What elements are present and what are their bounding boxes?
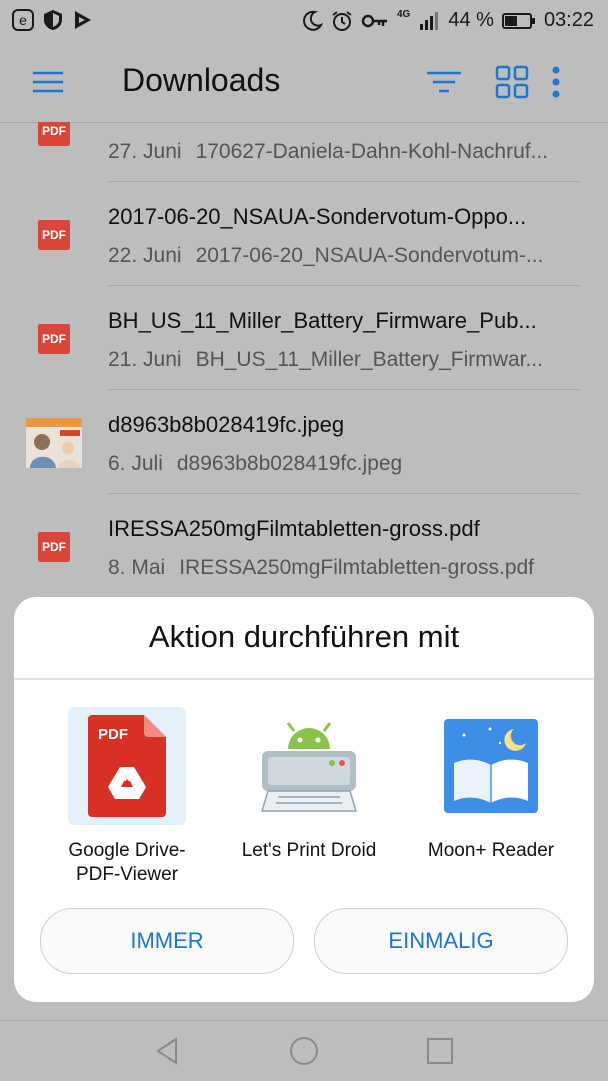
clock: 03:22 (543, 9, 594, 31)
grid-view-icon[interactable] (490, 60, 534, 104)
file-name: 2017-06-20_NSAUA-Sondervotum-Oppo... (108, 204, 527, 229)
file-list: PDF 27. Juni 170627-Daniela-Dahn-Kohl-Nac… (0, 122, 608, 602)
svg-text:PDF: PDF (98, 726, 128, 743)
app-option-lets-print-droid[interactable]: Let's Print Droid (214, 707, 394, 887)
navigation-bar (0, 1020, 608, 1081)
list-item[interactable]: PDF BH_US_11_Miller_Battery_Firmware_Pub… (0, 286, 608, 390)
pdf-icon: PDF (38, 324, 70, 354)
list-item[interactable]: d8963b8b028419fc.jpeg 6. Juli d8963b8b028… (0, 390, 608, 494)
file-date: 8. Mai (108, 556, 166, 579)
signal-icon (420, 11, 439, 30)
google-drive-pdf-icon: PDF (88, 715, 166, 817)
print-droid-icon (260, 722, 358, 812)
battery-percent: 44 % (448, 9, 494, 31)
moon-reader-icon (444, 719, 538, 813)
app-option-moon-reader[interactable]: Moon+ Reader (396, 707, 576, 887)
battery-icon (501, 12, 535, 29)
file-name: d8963b8b028419fc.jpeg (108, 412, 345, 437)
file-detail: d8963b8b028419fc.jpeg (176, 452, 403, 475)
home-icon[interactable] (288, 1035, 320, 1067)
file-detail: BH_US_11_Miller_Battery_Firmwar... (195, 348, 543, 371)
more-icon[interactable] (534, 60, 578, 104)
file-meta: 27. Juni 170627-Daniela-Dahn-Kohl-Nachruf… (108, 140, 580, 164)
network-type: 4G (397, 9, 411, 20)
app-label: Moon+ Reader (427, 840, 555, 861)
file-meta: 6. Juli d8963b8b028419fc.jpeg (108, 452, 580, 476)
file-detail: 170627-Daniela-Dahn-Kohl-Nachruf... (195, 140, 549, 163)
file-date: 27. Juni (108, 140, 182, 163)
file-name: BH_US_11_Miller_Battery_Firmware_Pub... (108, 308, 537, 333)
moon-icon (303, 10, 323, 31)
always-button[interactable]: IMMER (40, 908, 294, 974)
menu-icon[interactable] (26, 60, 70, 104)
shield-icon (44, 10, 62, 30)
file-detail: IRESSA250mgFilmtabletten-gross.pdf (179, 556, 535, 579)
icon-container (432, 707, 550, 825)
icon-container (250, 707, 368, 825)
file-date: 21. Juni (108, 348, 182, 371)
divider (14, 678, 594, 680)
app-chooser-dialog: Aktion durchführen mit PDF Google Drive-… (14, 597, 594, 1002)
image-thumbnail (26, 418, 82, 468)
dialog-title: Aktion durchführen mit (148, 619, 460, 654)
list-item[interactable]: PDF 27. Juni 170627-Daniela-Dahn-Kohl-Nac… (0, 122, 608, 182)
file-meta: 22. Juni 2017-06-20_NSAUA-Sondervotum-... (108, 244, 580, 268)
back-icon[interactable] (152, 1035, 184, 1067)
key-icon (361, 14, 387, 27)
once-button[interactable]: EINMALIG (314, 908, 568, 974)
app-label: Google Drive- PDF-Viewer (68, 840, 186, 885)
file-meta: 8. Mai IRESSA250mgFilmtabletten-gross.pdf (108, 556, 580, 580)
e-icon: e (12, 9, 34, 31)
file-name: IRESSA250mgFilmtabletten-gross.pdf (108, 516, 480, 541)
app-option-google-drive-pdf-viewer[interactable]: PDF Google Drive- PDF-Viewer (32, 707, 212, 887)
recents-icon[interactable] (424, 1035, 456, 1067)
page-title: Downloads (122, 62, 281, 98)
file-meta: 21. Juni BH_US_11_Miller_Battery_Firmwar.… (108, 348, 580, 372)
status-bar: e 4G 44 % 03:22 (0, 0, 608, 42)
file-detail: 2017-06-20_NSAUA-Sondervotum-... (195, 244, 544, 267)
app-label: Let's Print Droid (241, 840, 377, 861)
play-icon (75, 11, 91, 29)
svg-text:e: e (19, 12, 27, 28)
app-bar: Downloads (0, 42, 608, 123)
pdf-icon: PDF (38, 220, 70, 250)
list-item[interactable]: PDF 2017-06-20_NSAUA-Sondervotum-Oppo...… (0, 182, 608, 286)
file-date: 6. Juli (108, 452, 163, 475)
pdf-icon: PDF (38, 532, 70, 562)
alarm-icon (332, 10, 352, 31)
sort-icon[interactable] (422, 60, 466, 104)
list-item[interactable]: PDF IRESSA250mgFilmtabletten-gross.pdf 8… (0, 494, 608, 598)
pdf-icon: PDF (38, 122, 70, 146)
selection-highlight: PDF (68, 707, 186, 825)
file-date: 22. Juni (108, 244, 182, 267)
